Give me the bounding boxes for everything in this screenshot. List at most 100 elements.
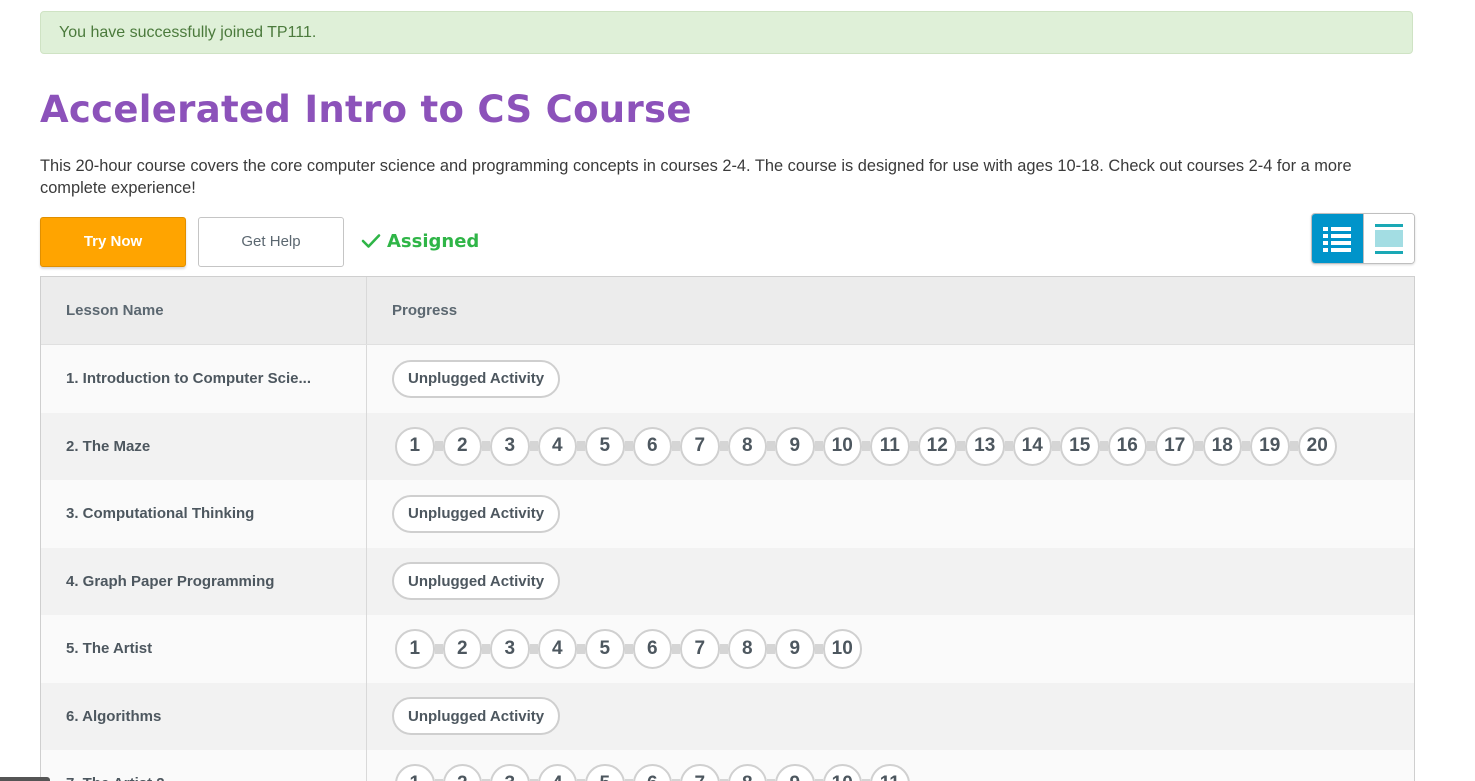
level-bubble[interactable]: 9 [775,764,815,781]
table-body: 1. Introduction to Computer Scie... Unplu… [41,345,1414,781]
lesson-name[interactable]: 1. Introduction to Computer Scie... [41,345,367,413]
try-now-button[interactable]: Try Now [40,217,186,267]
table-row: 6. Algorithms Unplugged Activity [41,682,1414,750]
level-bubble-wrap: 19 [1242,426,1290,466]
level-bubble-wrap: 5 [577,764,625,781]
lesson-name[interactable]: 2. The Maze [41,412,367,480]
level-bubble-wrap: 6 [624,764,672,781]
level-bubble[interactable]: 8 [727,764,767,781]
level-bubble[interactable]: 4 [537,426,577,466]
table-row: 7. The Artist 2 123456789 10 11 [41,750,1414,781]
level-bubble-wrap: 2 [434,629,482,669]
level-bubble[interactable]: 7 [680,426,720,466]
level-bubble[interactable]: 3 [490,426,530,466]
level-bubble[interactable]: 2 [442,426,482,466]
level-connector [719,643,728,654]
level-bubble[interactable]: 10 [822,764,862,781]
level-bubble[interactable]: 19 [1250,426,1290,466]
checkmark-icon [361,234,381,248]
level-bubble[interactable]: 9 [775,426,815,466]
level-connector [529,441,538,452]
level-bubble-wrap: 4 [529,764,577,781]
level-bubble[interactable]: 14 [1012,426,1052,466]
level-connector [1147,441,1155,452]
level-connector [814,441,823,452]
level-bubble[interactable]: 5 [585,629,625,669]
level-bubbles: 1 2 3 4 5 6 7 8 9 10 [395,629,862,669]
unplugged-activity-button[interactable]: Unplugged Activity [392,494,561,533]
level-connector [1194,441,1203,452]
level-bubble-wrap: 18 [1194,426,1242,466]
level-connector [719,441,728,452]
level-connector [767,643,775,654]
scrollbar-thumb[interactable] [0,777,50,781]
level-bubble[interactable]: 13 [965,426,1005,466]
level-bubble[interactable]: 15 [1060,426,1100,466]
lesson-name[interactable]: 7. The Artist 2 [41,750,367,781]
level-bubble[interactable]: 18 [1202,426,1242,466]
level-bubble[interactable]: 8 [727,426,767,466]
level-bubble[interactable]: 5 [585,426,625,466]
lesson-name-header: Lesson Name [41,277,367,344]
level-bubble[interactable]: 12 [917,426,957,466]
level-bubble[interactable]: 11 [870,426,910,466]
level-bubbles: 123456789 10 11 [395,764,910,781]
get-help-button[interactable]: Get Help [198,217,344,267]
level-bubble[interactable]: 20 [1297,426,1337,466]
level-bubble[interactable]: 7 [680,764,720,781]
level-connector [434,643,443,654]
level-bubble[interactable]: 1 [395,629,435,669]
level-bubble[interactable]: 4 [537,764,577,781]
level-bubble[interactable]: 5 [585,764,625,781]
level-bubble[interactable]: 2 [442,764,482,781]
level-connector [909,441,918,452]
level-bubble-wrap: 3 [482,764,530,781]
level-bubble[interactable]: 2 [442,629,482,669]
table-header: Lesson Name Progress [41,277,1414,345]
level-bubble[interactable]: 17 [1155,426,1195,466]
lesson-progress: 1 2 3 4 5 6 7 8 9 10 [367,615,1414,683]
level-bubble[interactable]: 1 [395,764,435,781]
list-view-button[interactable] [1312,214,1363,263]
level-bubble[interactable]: 3 [490,764,530,781]
lesson-progress: Unplugged Activity [367,345,1414,413]
lesson-name[interactable]: 3. Computational Thinking [41,480,367,548]
progress-header: Progress [392,302,458,319]
course-page: You have successfully joined TP111. Acce… [0,0,1475,781]
lesson-name[interactable]: 5. The Artist [41,615,367,683]
level-bubble[interactable]: 10 [822,426,862,466]
level-connector [624,441,633,452]
detail-view-button[interactable] [1362,214,1414,263]
level-bubble-wrap: 7 [672,764,720,781]
level-bubble[interactable]: 4 [537,629,577,669]
level-bubble-wrap: 1 [395,629,435,669]
level-bubble[interactable]: 7 [680,629,720,669]
level-bubble[interactable]: 6 [632,764,672,781]
unplugged-activity-button[interactable]: Unplugged Activity [392,359,561,398]
level-bubble-wrap: 5 [577,426,625,466]
level-connector [1242,441,1250,452]
level-bubble[interactable]: 6 [632,629,672,669]
level-bubble[interactable]: 10 [822,629,862,669]
level-bubble[interactable]: 8 [727,629,767,669]
level-bubble-wrap: 8 [719,764,767,781]
assigned-label: Assigned [387,230,480,252]
level-bubble-wrap: 17 [1147,426,1195,466]
unplugged-activity-button[interactable]: Unplugged Activity [392,697,561,736]
level-bubble-wrap: 4 [529,629,577,669]
level-connector [1052,441,1060,452]
lesson-name[interactable]: 4. Graph Paper Programming [41,547,367,615]
lesson-progress: 1 2 3 4 5 6 7 8 9 10 11 12 13 14 15 16 17 18 19 20 [367,413,1414,481]
level-bubble[interactable]: 1 [395,426,435,466]
unplugged-activity-button[interactable]: Unplugged Activity [392,562,561,601]
level-connector [577,643,585,654]
level-bubble[interactable]: 16 [1107,426,1147,466]
level-bubble[interactable]: 6 [632,426,672,466]
detail-view-icon [1374,223,1403,254]
level-bubble[interactable]: 9 [775,629,815,669]
level-bubble-wrap: 9 [767,764,815,781]
level-bubble-wrap: 1 [395,764,435,781]
level-bubble[interactable]: 11 [870,764,910,781]
level-bubble[interactable]: 3 [490,629,530,669]
lesson-name[interactable]: 6. Algorithms [41,682,367,750]
